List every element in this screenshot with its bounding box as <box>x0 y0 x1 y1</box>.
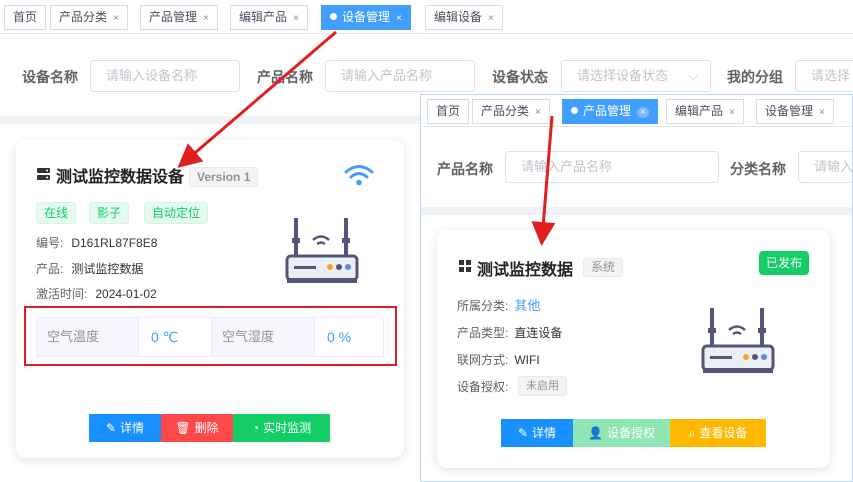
annotation-arrows <box>177 30 556 246</box>
arrow-to-product-title <box>531 115 556 246</box>
arrow-to-device-title <box>177 30 337 168</box>
